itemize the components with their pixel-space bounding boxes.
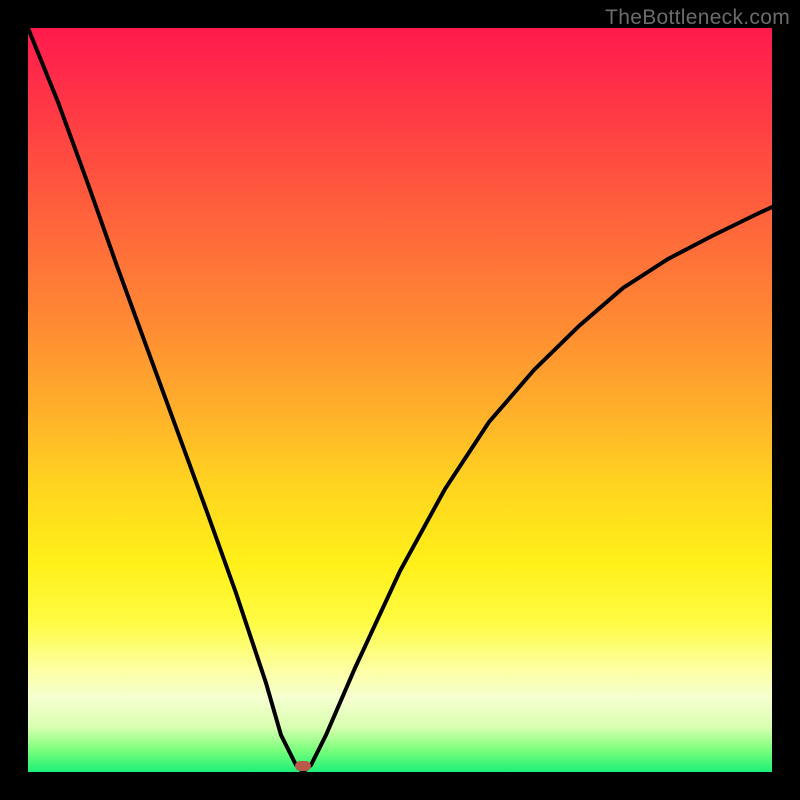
optimal-point-marker <box>295 761 311 771</box>
watermark-text: TheBottleneck.com <box>605 6 790 30</box>
bottleneck-curve <box>28 28 772 772</box>
curve-path <box>28 28 772 772</box>
chart-frame: TheBottleneck.com <box>0 0 800 800</box>
chart-plot-area <box>28 28 772 772</box>
